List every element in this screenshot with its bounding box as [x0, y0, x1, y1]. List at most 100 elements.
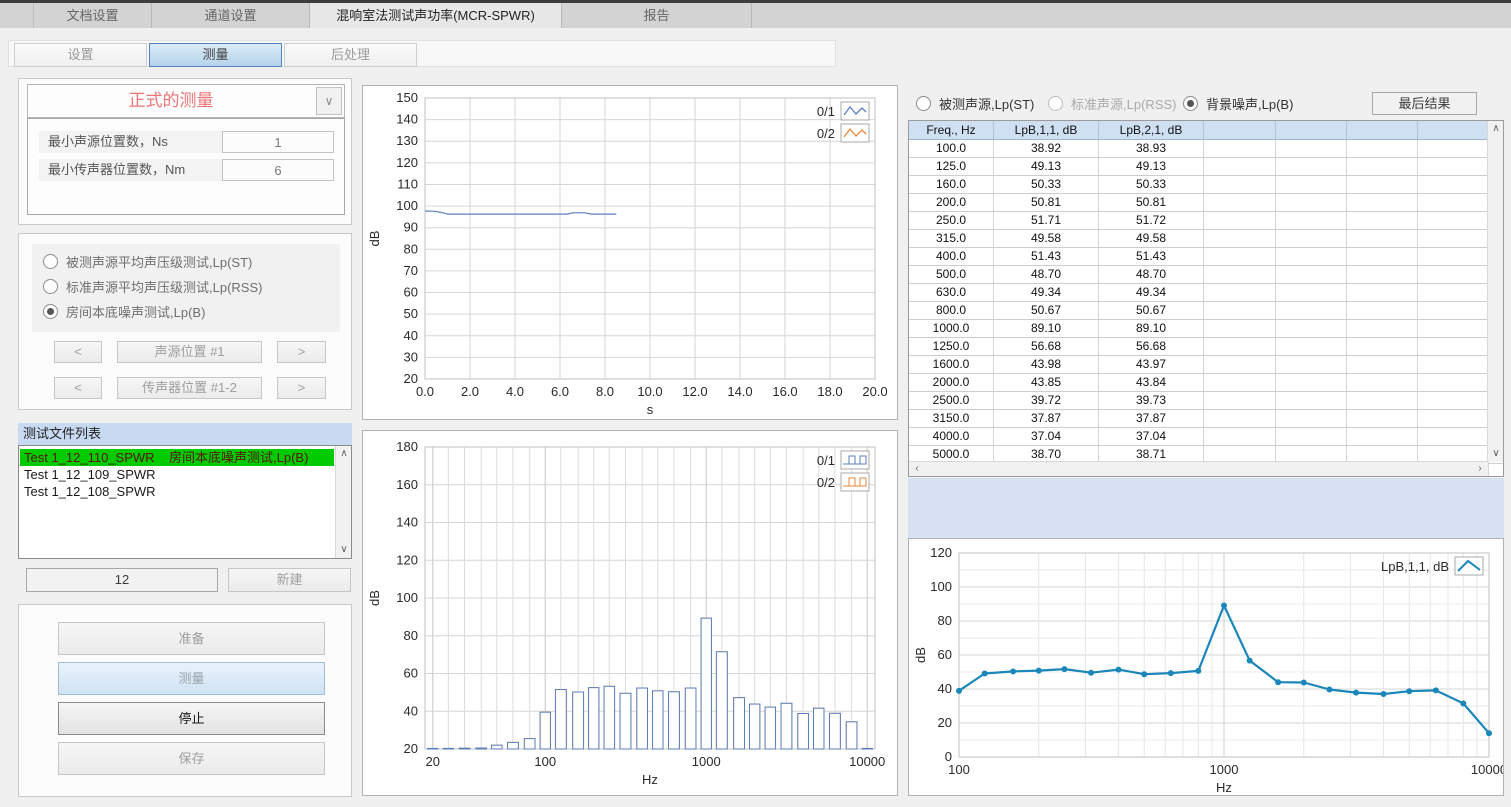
table-vscrollbar[interactable]: ∧ ∨ — [1487, 121, 1503, 462]
table-row[interactable]: 1600.043.9843.97 — [909, 356, 1503, 374]
svg-text:100: 100 — [948, 762, 970, 777]
chevron-up-icon[interactable]: ∧ — [1488, 121, 1504, 137]
column-header[interactable] — [1276, 121, 1347, 139]
table-cell — [1204, 176, 1276, 193]
main-tab-1[interactable]: 文档设置 — [34, 3, 152, 28]
list-item[interactable]: Test 1_12_109_SPWR — [20, 466, 334, 483]
table-cell: 50.67 — [994, 302, 1099, 319]
main-tab-2[interactable]: 通道设置 — [152, 3, 310, 28]
test-type-radio-1[interactable]: 被测声源平均声压级测试,Lp(ST) — [43, 252, 252, 270]
list-item[interactable]: Test 1_12_110_SPWR 房间本底噪声测试,Lp(B) — [20, 449, 334, 466]
table-row[interactable]: 400.051.4351.43 — [909, 248, 1503, 266]
mic-position-prev-button[interactable]: < — [54, 377, 102, 399]
min-mic-positions-input[interactable] — [222, 159, 334, 181]
table-cell: 50.33 — [994, 176, 1099, 193]
table-cell — [1204, 374, 1276, 391]
chevron-right-icon[interactable]: › — [1472, 461, 1488, 477]
chevron-down-icon[interactable]: ∨ — [1488, 446, 1504, 462]
save-button[interactable]: 保存 — [58, 742, 325, 775]
main-tab-3[interactable]: 混响室法测试声功率(MCR-SPWR) — [310, 3, 562, 28]
results-table-body[interactable]: 100.038.9238.93125.049.1349.13160.050.33… — [909, 140, 1503, 477]
mic-position-button[interactable]: 传声器位置 #1-2 — [117, 377, 262, 399]
column-header[interactable]: LpB,1,1, dB — [994, 121, 1099, 139]
table-hscrollbar[interactable]: ‹ › — [909, 461, 1488, 476]
table-cell — [1418, 302, 1489, 319]
sub-tab-2[interactable]: 测量 — [149, 43, 282, 67]
column-header[interactable] — [1204, 121, 1276, 139]
column-header[interactable] — [1418, 121, 1489, 139]
svg-text:Hz: Hz — [1216, 780, 1232, 795]
table-cell: 2000.0 — [909, 374, 994, 391]
table-cell: 100.0 — [909, 140, 994, 157]
svg-text:LpB,1,1, dB: LpB,1,1, dB — [1381, 559, 1449, 574]
chevron-down-icon[interactable]: ∨ — [316, 87, 342, 115]
source-position-next-button[interactable]: > — [277, 341, 326, 363]
measurement-mode-select[interactable]: 正式的测量 ∨ — [27, 84, 345, 118]
table-row[interactable]: 315.049.5849.58 — [909, 230, 1503, 248]
table-cell: 43.97 — [1099, 356, 1204, 373]
mic-position-next-button[interactable]: > — [277, 377, 326, 399]
table-row[interactable]: 250.051.7151.72 — [909, 212, 1503, 230]
result-type-radio-2[interactable]: 标准声源,Lp(RSS) — [1048, 94, 1176, 112]
measure-button[interactable]: 测量 — [58, 662, 325, 695]
table-cell — [1347, 338, 1418, 355]
test-type-radio-3[interactable]: 房间本底噪声测试,Lp(B) — [43, 302, 205, 320]
table-row[interactable]: 125.049.1349.13 — [909, 158, 1503, 176]
radio-icon — [43, 279, 58, 294]
table-row[interactable]: 100.038.9238.93 — [909, 140, 1503, 158]
table-cell — [1204, 194, 1276, 211]
test-type-radio-2[interactable]: 标准声源平均声压级测试,Lp(RSS) — [43, 277, 262, 295]
table-cell — [1347, 356, 1418, 373]
table-row[interactable]: 800.050.6750.67 — [909, 302, 1503, 320]
table-cell: 89.10 — [994, 320, 1099, 337]
table-row[interactable]: 200.050.8150.81 — [909, 194, 1503, 212]
table-cell: 4000.0 — [909, 428, 994, 445]
list-item[interactable]: Test 1_12_108_SPWR — [20, 483, 334, 500]
svg-text:60: 60 — [404, 666, 418, 681]
file-list-scrollbar[interactable]: ∧ ∨ — [335, 446, 351, 558]
chevron-down-icon[interactable]: ∨ — [336, 542, 352, 558]
chevron-up-icon[interactable]: ∧ — [336, 446, 352, 462]
spectrum-chart-svg: 2040608010012014016018020100100010000dBH… — [363, 431, 897, 795]
result-type-radio-1[interactable]: 被测声源,Lp(ST) — [916, 94, 1034, 112]
final-result-button[interactable]: 最后结果 — [1372, 92, 1477, 115]
test-type-radio-label: 标准声源平均声压级测试,Lp(RSS) — [66, 277, 262, 296]
svg-text:150: 150 — [396, 90, 418, 105]
stop-button[interactable]: 停止 — [58, 702, 325, 735]
measurement-setup-panel: 正式的测量 ∨ 最小声源位置数，Ns 最小传声器位置数，Nm — [18, 78, 352, 225]
table-cell: 37.04 — [994, 428, 1099, 445]
table-row[interactable]: 4000.037.0437.04 — [909, 428, 1503, 446]
file-list-title: 测试文件列表 — [18, 423, 352, 445]
column-header[interactable] — [1347, 121, 1418, 139]
table-row[interactable]: 2500.039.7239.73 — [909, 392, 1503, 410]
result-type-radio-3[interactable]: 背景噪声,Lp(B) — [1183, 94, 1293, 112]
source-position-button[interactable]: 声源位置 #1 — [117, 341, 262, 363]
column-header[interactable]: Freq., Hz — [909, 121, 994, 139]
table-cell: 39.73 — [1099, 392, 1204, 409]
table-cell — [1204, 284, 1276, 301]
svg-text:50: 50 — [404, 306, 418, 321]
svg-text:0/1: 0/1 — [817, 453, 835, 468]
table-row[interactable]: 2000.043.8543.84 — [909, 374, 1503, 392]
sub-tab-1[interactable]: 设置 — [14, 43, 147, 67]
chevron-left-icon[interactable]: ‹ — [909, 461, 925, 477]
svg-text:8.0: 8.0 — [596, 384, 614, 399]
table-row[interactable]: 630.049.3449.34 — [909, 284, 1503, 302]
sub-tab-3[interactable]: 后处理 — [284, 43, 417, 67]
min-source-positions-input[interactable] — [222, 131, 334, 153]
file-count-button[interactable]: 12 — [26, 568, 218, 592]
table-cell — [1418, 158, 1489, 175]
table-row[interactable]: 1000.089.1089.10 — [909, 320, 1503, 338]
main-tab-4[interactable]: 报告 — [562, 3, 752, 28]
column-header[interactable]: LpB,2,1, dB — [1099, 121, 1204, 139]
table-row[interactable]: 160.050.3350.33 — [909, 176, 1503, 194]
new-file-button[interactable]: 新建 — [228, 568, 351, 592]
test-type-panel: 被测声源平均声压级测试,Lp(ST) 标准声源平均声压级测试,Lp(RSS) 房间本… — [18, 233, 352, 410]
prepare-button[interactable]: 准备 — [58, 622, 325, 655]
table-row[interactable]: 3150.037.8737.87 — [909, 410, 1503, 428]
test-file-list[interactable]: ∧ ∨ Test 1_12_110_SPWR 房间本底噪声测试,Lp(B)Tes… — [18, 445, 352, 559]
table-row[interactable]: 1250.056.6856.68 — [909, 338, 1503, 356]
source-position-prev-button[interactable]: < — [54, 341, 102, 363]
table-cell — [1204, 428, 1276, 445]
table-row[interactable]: 500.048.7048.70 — [909, 266, 1503, 284]
